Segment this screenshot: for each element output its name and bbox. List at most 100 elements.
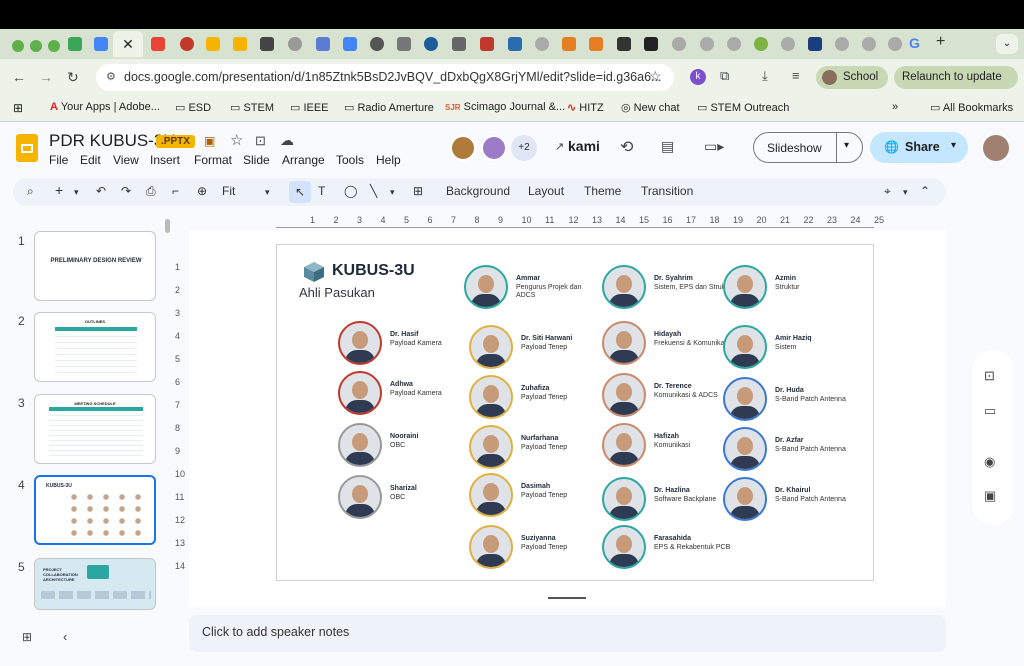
undo-icon[interactable]: ↶ bbox=[96, 184, 106, 198]
offline-icon[interactable]: ▣ bbox=[204, 134, 215, 148]
tab-icon[interactable] bbox=[862, 37, 876, 51]
profile-button[interactable]: School bbox=[816, 66, 888, 89]
text-box-icon[interactable]: T bbox=[318, 184, 325, 198]
move-icon[interactable]: ⊡ bbox=[255, 133, 266, 149]
tab-icon[interactable] bbox=[754, 37, 768, 51]
slide-thumbnail-2[interactable]: OUTLINES bbox=[34, 312, 156, 382]
tab-icon[interactable] bbox=[508, 37, 522, 51]
slide-4[interactable]: KUBUS-3U Ahli Pasukan Ammar Pengurus Proj… bbox=[276, 244, 874, 581]
download-icon[interactable]: ⤓ bbox=[762, 68, 768, 84]
zoom-select[interactable]: Fit bbox=[222, 184, 235, 198]
collaborator-count[interactable]: +2 bbox=[511, 135, 537, 161]
menu-tools[interactable]: Tools bbox=[336, 153, 364, 167]
tab-icon[interactable] bbox=[888, 37, 902, 51]
zoom-icon[interactable]: ⊕ bbox=[197, 184, 207, 198]
kami-label[interactable]: kami bbox=[568, 138, 600, 154]
menu-file[interactable]: File bbox=[49, 153, 68, 167]
star-icon[interactable]: ☆ bbox=[230, 131, 243, 149]
tab-search-icon[interactable]: ⌄ bbox=[996, 34, 1018, 54]
cloud-status-icon[interactable]: ☁ bbox=[280, 132, 294, 149]
history-icon[interactable]: ⟲ bbox=[620, 137, 633, 157]
redo-icon[interactable]: ↷ bbox=[121, 184, 131, 198]
speaker-notes[interactable]: Click to add speaker notes bbox=[189, 615, 946, 652]
tab-icon[interactable] bbox=[424, 37, 438, 51]
bookmark-folder-ieee[interactable]: ▭ IEEE bbox=[290, 101, 329, 114]
record-icon[interactable]: ◉ bbox=[984, 454, 1000, 470]
new-slide-icon[interactable]: + bbox=[55, 182, 63, 198]
media-icon[interactable]: ≡ bbox=[792, 68, 800, 83]
tab-icon[interactable] bbox=[644, 37, 658, 51]
account-avatar[interactable] bbox=[983, 135, 1009, 161]
tab-icon[interactable] bbox=[343, 37, 357, 51]
slide-thumbnail-4[interactable]: KUBUS-3U bbox=[34, 475, 156, 545]
grid-view-icon[interactable]: ⊞ bbox=[22, 630, 32, 644]
print-icon[interactable]: ⎙ bbox=[146, 184, 156, 199]
bookmark-star-icon[interactable]: ☆ bbox=[649, 68, 662, 85]
zoom-dropdown-icon[interactable]: ▾ bbox=[265, 187, 270, 198]
reload-icon[interactable]: ↻ bbox=[67, 69, 79, 86]
tab-icon[interactable] bbox=[480, 37, 494, 51]
background-button[interactable]: Background bbox=[446, 184, 510, 198]
tab-icon[interactable] bbox=[397, 37, 411, 51]
bookmark-folder-esd[interactable]: ▭ ESD bbox=[175, 101, 211, 114]
site-info-icon[interactable]: ⚙ bbox=[106, 70, 116, 83]
bookmark-new-chat[interactable]: ◎ New chat bbox=[621, 101, 680, 114]
keep-icon[interactable]: ⊡ bbox=[984, 368, 1000, 384]
menu-slide[interactable]: Slide bbox=[243, 153, 270, 167]
search-menus-icon[interactable]: ⌕ bbox=[27, 184, 34, 199]
slideshow-button[interactable]: Slideshow ▾ bbox=[753, 132, 863, 163]
tab-icon[interactable] bbox=[180, 37, 194, 51]
url-field[interactable]: ⚙ docs.google.com/presentation/d/1n85Ztn… bbox=[96, 64, 674, 91]
menu-insert[interactable]: Insert bbox=[150, 153, 180, 167]
extension-k-icon[interactable]: k bbox=[690, 69, 706, 85]
collapse-filmstrip-icon[interactable]: ‹ bbox=[63, 629, 67, 644]
bookmark-adobe[interactable]: A Your Apps | Adobe... bbox=[50, 101, 160, 113]
bookmarks-overflow-icon[interactable]: » bbox=[892, 101, 898, 113]
slide-thumbnail-1[interactable]: PRELIMINARY DESIGN REVIEW bbox=[34, 231, 156, 301]
tab-icon[interactable] bbox=[260, 37, 274, 51]
slides-logo-icon[interactable] bbox=[16, 134, 38, 162]
paint-format-icon[interactable]: ⌐ bbox=[172, 184, 179, 198]
menu-format[interactable]: Format bbox=[194, 153, 232, 167]
open-external-icon[interactable]: ↗ bbox=[555, 140, 564, 153]
back-icon[interactable]: ← bbox=[12, 69, 26, 85]
comments-icon[interactable]: ▤ bbox=[661, 138, 674, 155]
tab-icon[interactable] bbox=[288, 37, 302, 51]
google-tab-icon[interactable]: G bbox=[909, 35, 920, 51]
bookmark-folder-stem-outreach[interactable]: ▭ STEM Outreach bbox=[697, 101, 789, 114]
tab-icon[interactable] bbox=[672, 37, 686, 51]
bookmark-folder-stem[interactable]: ▭ STEM bbox=[230, 101, 274, 114]
transition-button[interactable]: Transition bbox=[641, 184, 693, 198]
tab-icon[interactable] bbox=[589, 37, 603, 51]
tab-icon[interactable] bbox=[700, 37, 714, 51]
collaborator-avatar[interactable] bbox=[481, 135, 507, 161]
relaunch-button[interactable]: Relaunch to update bbox=[894, 66, 1018, 89]
tab-icon[interactable] bbox=[233, 37, 247, 51]
apps-grid-icon[interactable]: ⊞ bbox=[13, 101, 23, 115]
bookmark-scimago[interactable]: SJR Scimago Journal &... bbox=[445, 101, 565, 113]
select-tool-icon[interactable]: ↖ bbox=[289, 181, 311, 203]
pen-icon[interactable]: ⌖ bbox=[884, 184, 891, 199]
menu-view[interactable]: View bbox=[113, 153, 139, 167]
comment-add-icon[interactable]: ⊞ bbox=[413, 184, 423, 198]
share-button[interactable]: 🌐 Share ▾ bbox=[870, 132, 968, 163]
tab-icon[interactable] bbox=[452, 37, 466, 51]
new-tab-icon[interactable]: + bbox=[936, 33, 945, 51]
folder-icon[interactable]: ▭ bbox=[984, 403, 1000, 419]
filmstrip-scrollbar[interactable] bbox=[165, 219, 170, 233]
video-icon[interactable]: ▣ bbox=[984, 488, 1000, 504]
theme-button[interactable]: Theme bbox=[584, 184, 621, 198]
collapse-toolbar-icon[interactable]: ⌃ bbox=[920, 184, 930, 198]
tab-icon[interactable] bbox=[94, 37, 108, 51]
menu-edit[interactable]: Edit bbox=[80, 153, 101, 167]
maximize-light[interactable] bbox=[48, 40, 60, 52]
shape-icon[interactable]: ◯ bbox=[344, 184, 357, 198]
forward-icon[interactable]: → bbox=[39, 69, 53, 85]
pen-dropdown-icon[interactable]: ▾ bbox=[903, 187, 908, 198]
tab-icon[interactable] bbox=[727, 37, 741, 51]
tab-icon[interactable] bbox=[68, 37, 82, 51]
meet-icon[interactable]: ▭▸ bbox=[704, 138, 724, 155]
close-light[interactable] bbox=[12, 40, 24, 52]
tab-icon[interactable] bbox=[781, 37, 795, 51]
menu-help[interactable]: Help bbox=[376, 153, 401, 167]
